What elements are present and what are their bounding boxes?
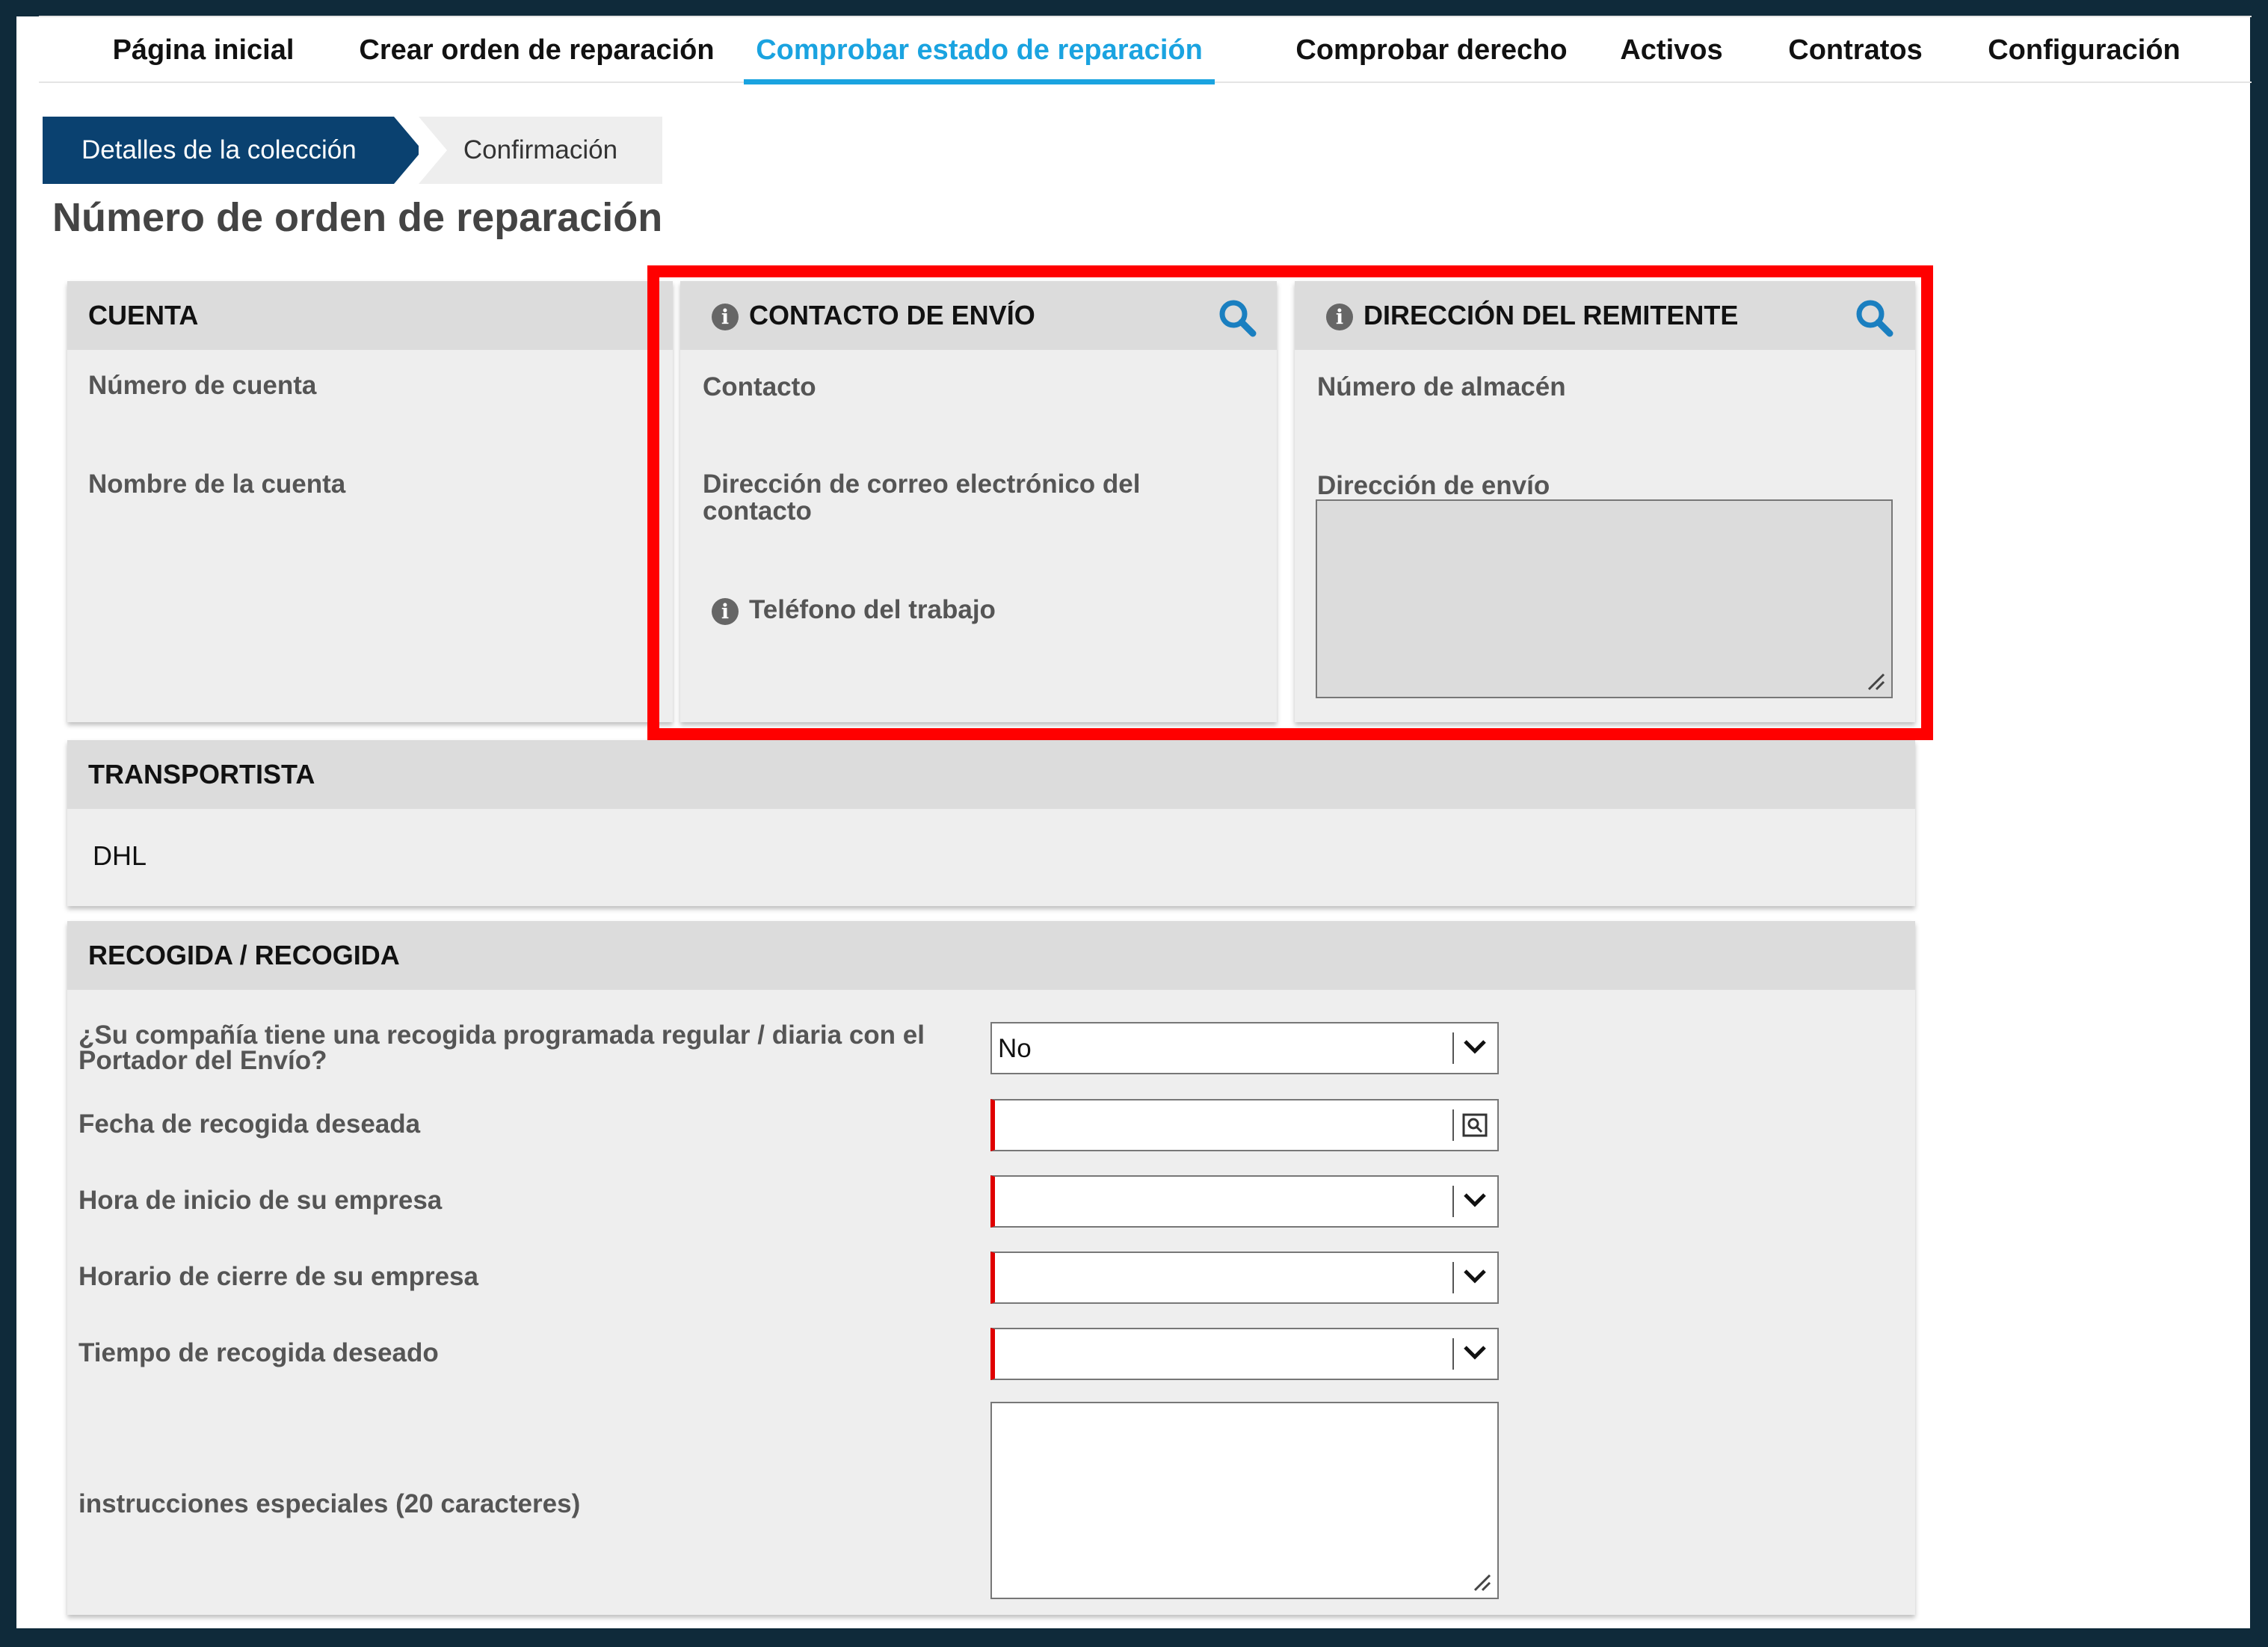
pickup-date-field[interactable] xyxy=(990,1099,1499,1151)
step-collection-details: Detalles de la colección xyxy=(43,117,422,184)
business-start-select[interactable] xyxy=(990,1175,1499,1228)
scheduled-pickup-question-line1: ¿Su compañía tiene una recogida programa… xyxy=(78,1020,925,1050)
carrier-panel-header: TRANSPORTISTA xyxy=(67,740,1915,809)
carrier-panel: TRANSPORTISTA DHL xyxy=(67,740,1915,906)
pickup-panel-title: RECOGIDA / RECOGIDA xyxy=(88,940,400,970)
chevron-down-icon[interactable] xyxy=(1461,1341,1488,1364)
account-name-label: Nombre de la cuenta xyxy=(88,470,346,499)
select-divider xyxy=(1452,1032,1454,1064)
nav-assets[interactable]: Activos xyxy=(1610,17,1733,81)
special-instructions-textarea[interactable] xyxy=(990,1402,1499,1599)
highlight-box xyxy=(647,265,1933,740)
scheduled-pickup-value: No xyxy=(998,1034,1032,1063)
resize-handle-icon[interactable] xyxy=(1472,1572,1491,1592)
nav-settings[interactable]: Configuración xyxy=(1981,17,2187,81)
chevron-down-icon[interactable] xyxy=(1461,1035,1488,1058)
scheduled-pickup-question-line2: Portador del Envío? xyxy=(78,1046,327,1075)
carrier-value: DHL xyxy=(93,840,147,871)
account-panel: CUENTA Número de cuenta Nombre de la cue… xyxy=(67,281,673,722)
scheduled-pickup-select[interactable]: No xyxy=(990,1022,1499,1074)
account-number-label: Número de cuenta xyxy=(88,371,317,400)
page-title: Número de orden de reparación xyxy=(52,195,663,240)
calendar-icon[interactable] xyxy=(1461,1112,1488,1138)
business-close-select[interactable] xyxy=(990,1252,1499,1304)
chevron-down-icon[interactable] xyxy=(1461,1265,1488,1287)
step-confirmation: Confirmación xyxy=(419,117,662,184)
pickup-time-select[interactable] xyxy=(990,1328,1499,1380)
account-panel-title: CUENTA xyxy=(88,300,199,330)
nav-contracts[interactable]: Contratos xyxy=(1781,17,1930,81)
pickup-date-label: Fecha de recogida deseada xyxy=(78,1109,421,1139)
select-divider xyxy=(1452,1262,1454,1293)
select-divider xyxy=(1452,1186,1454,1217)
step-confirmation-label: Confirmación xyxy=(463,135,618,164)
chevron-down-icon[interactable] xyxy=(1461,1189,1488,1211)
special-instructions-label: instrucciones especiales (20 caracteres) xyxy=(78,1489,581,1518)
pickup-time-label: Tiempo de recogida deseado xyxy=(78,1338,439,1367)
top-nav: Página inicial Crear orden de reparación… xyxy=(39,16,2252,84)
carrier-panel-title: TRANSPORTISTA xyxy=(88,759,315,789)
nav-create-repair-order[interactable]: Crear orden de reparación xyxy=(350,17,724,81)
business-close-label: Horario de cierre de su empresa xyxy=(78,1262,478,1291)
business-start-label: Hora de inicio de su empresa xyxy=(78,1186,443,1215)
field-divider xyxy=(1452,1109,1454,1141)
account-panel-header: CUENTA xyxy=(67,281,673,350)
nav-check-entitlement[interactable]: Comprobar derecho xyxy=(1286,17,1577,81)
select-divider xyxy=(1452,1338,1454,1370)
nav-home[interactable]: Página inicial xyxy=(105,17,302,81)
nav-check-repair-status[interactable]: Comprobar estado de reparación xyxy=(744,17,1215,84)
pickup-panel-header: RECOGIDA / RECOGIDA xyxy=(67,921,1915,990)
scheduled-pickup-question: ¿Su compañía tiene una recogida programa… xyxy=(78,1020,925,1075)
